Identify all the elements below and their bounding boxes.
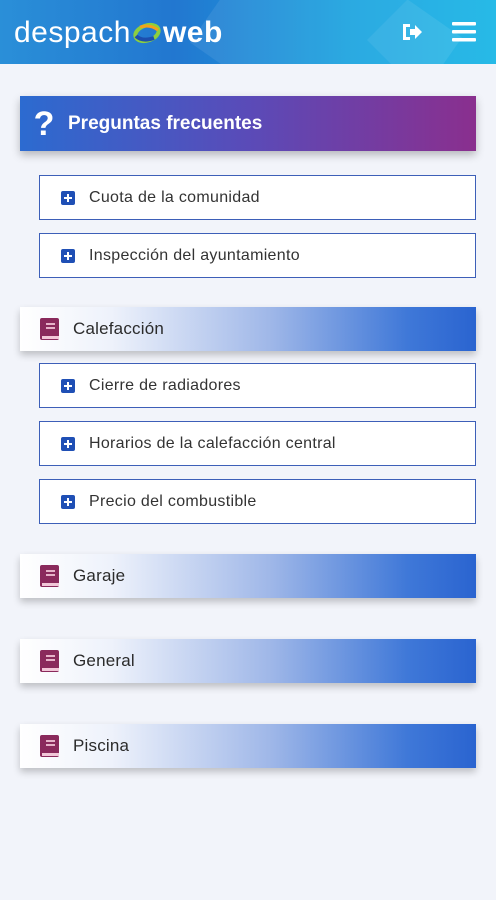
- plus-square-icon: [61, 248, 75, 263]
- book-icon: [40, 735, 59, 757]
- category-piscina[interactable]: Piscina: [20, 724, 476, 768]
- faq-item-label: Cuota de la comunidad: [89, 188, 260, 206]
- book-icon: [40, 318, 59, 340]
- logo-text-left: despach: [14, 16, 131, 49]
- faq-item[interactable]: Cierre de radiadores: [39, 363, 476, 408]
- logo-text-right: web: [162, 16, 223, 49]
- book-icon: [40, 565, 59, 587]
- plus-square-icon: [61, 190, 75, 205]
- faq-title-bar: ? Preguntas frecuentes: [20, 96, 476, 151]
- category-label: Piscina: [73, 736, 130, 755]
- faq-item-label: Inspección del ayuntamiento: [89, 246, 300, 264]
- faq-item[interactable]: Horarios de la calefacción central: [39, 421, 476, 466]
- plus-square-icon: [61, 378, 75, 393]
- logout-icon: [403, 24, 422, 40]
- question-mark-icon: ?: [33, 104, 55, 143]
- menu-button[interactable]: [450, 18, 478, 46]
- plus-square-icon: [61, 494, 75, 509]
- book-icon: [40, 650, 59, 672]
- app-header: despach web: [0, 0, 496, 64]
- faq-item[interactable]: Inspección del ayuntamiento: [39, 233, 476, 278]
- category-garaje[interactable]: Garaje: [20, 554, 476, 598]
- faq-title: Preguntas frecuentes: [68, 112, 263, 134]
- category-label: General: [73, 651, 135, 670]
- category-calefaccion[interactable]: Calefacción: [20, 307, 476, 351]
- category-label: Garaje: [73, 566, 126, 585]
- faq-item-label: Horarios de la calefacción central: [89, 434, 336, 452]
- hamburger-menu-icon: [452, 22, 476, 42]
- plus-square-icon: [61, 436, 75, 451]
- faq-item-label: Precio del combustible: [89, 492, 257, 510]
- faq-item[interactable]: Cuota de la comunidad: [39, 175, 476, 220]
- faq-item-label: Cierre de radiadores: [89, 376, 241, 394]
- logo-ring-icon: [133, 22, 161, 44]
- logout-button[interactable]: [398, 18, 426, 46]
- category-general[interactable]: General: [20, 639, 476, 683]
- app-logo[interactable]: despach web: [14, 13, 223, 53]
- faq-item[interactable]: Precio del combustible: [39, 479, 476, 524]
- category-label: Calefacción: [73, 319, 165, 338]
